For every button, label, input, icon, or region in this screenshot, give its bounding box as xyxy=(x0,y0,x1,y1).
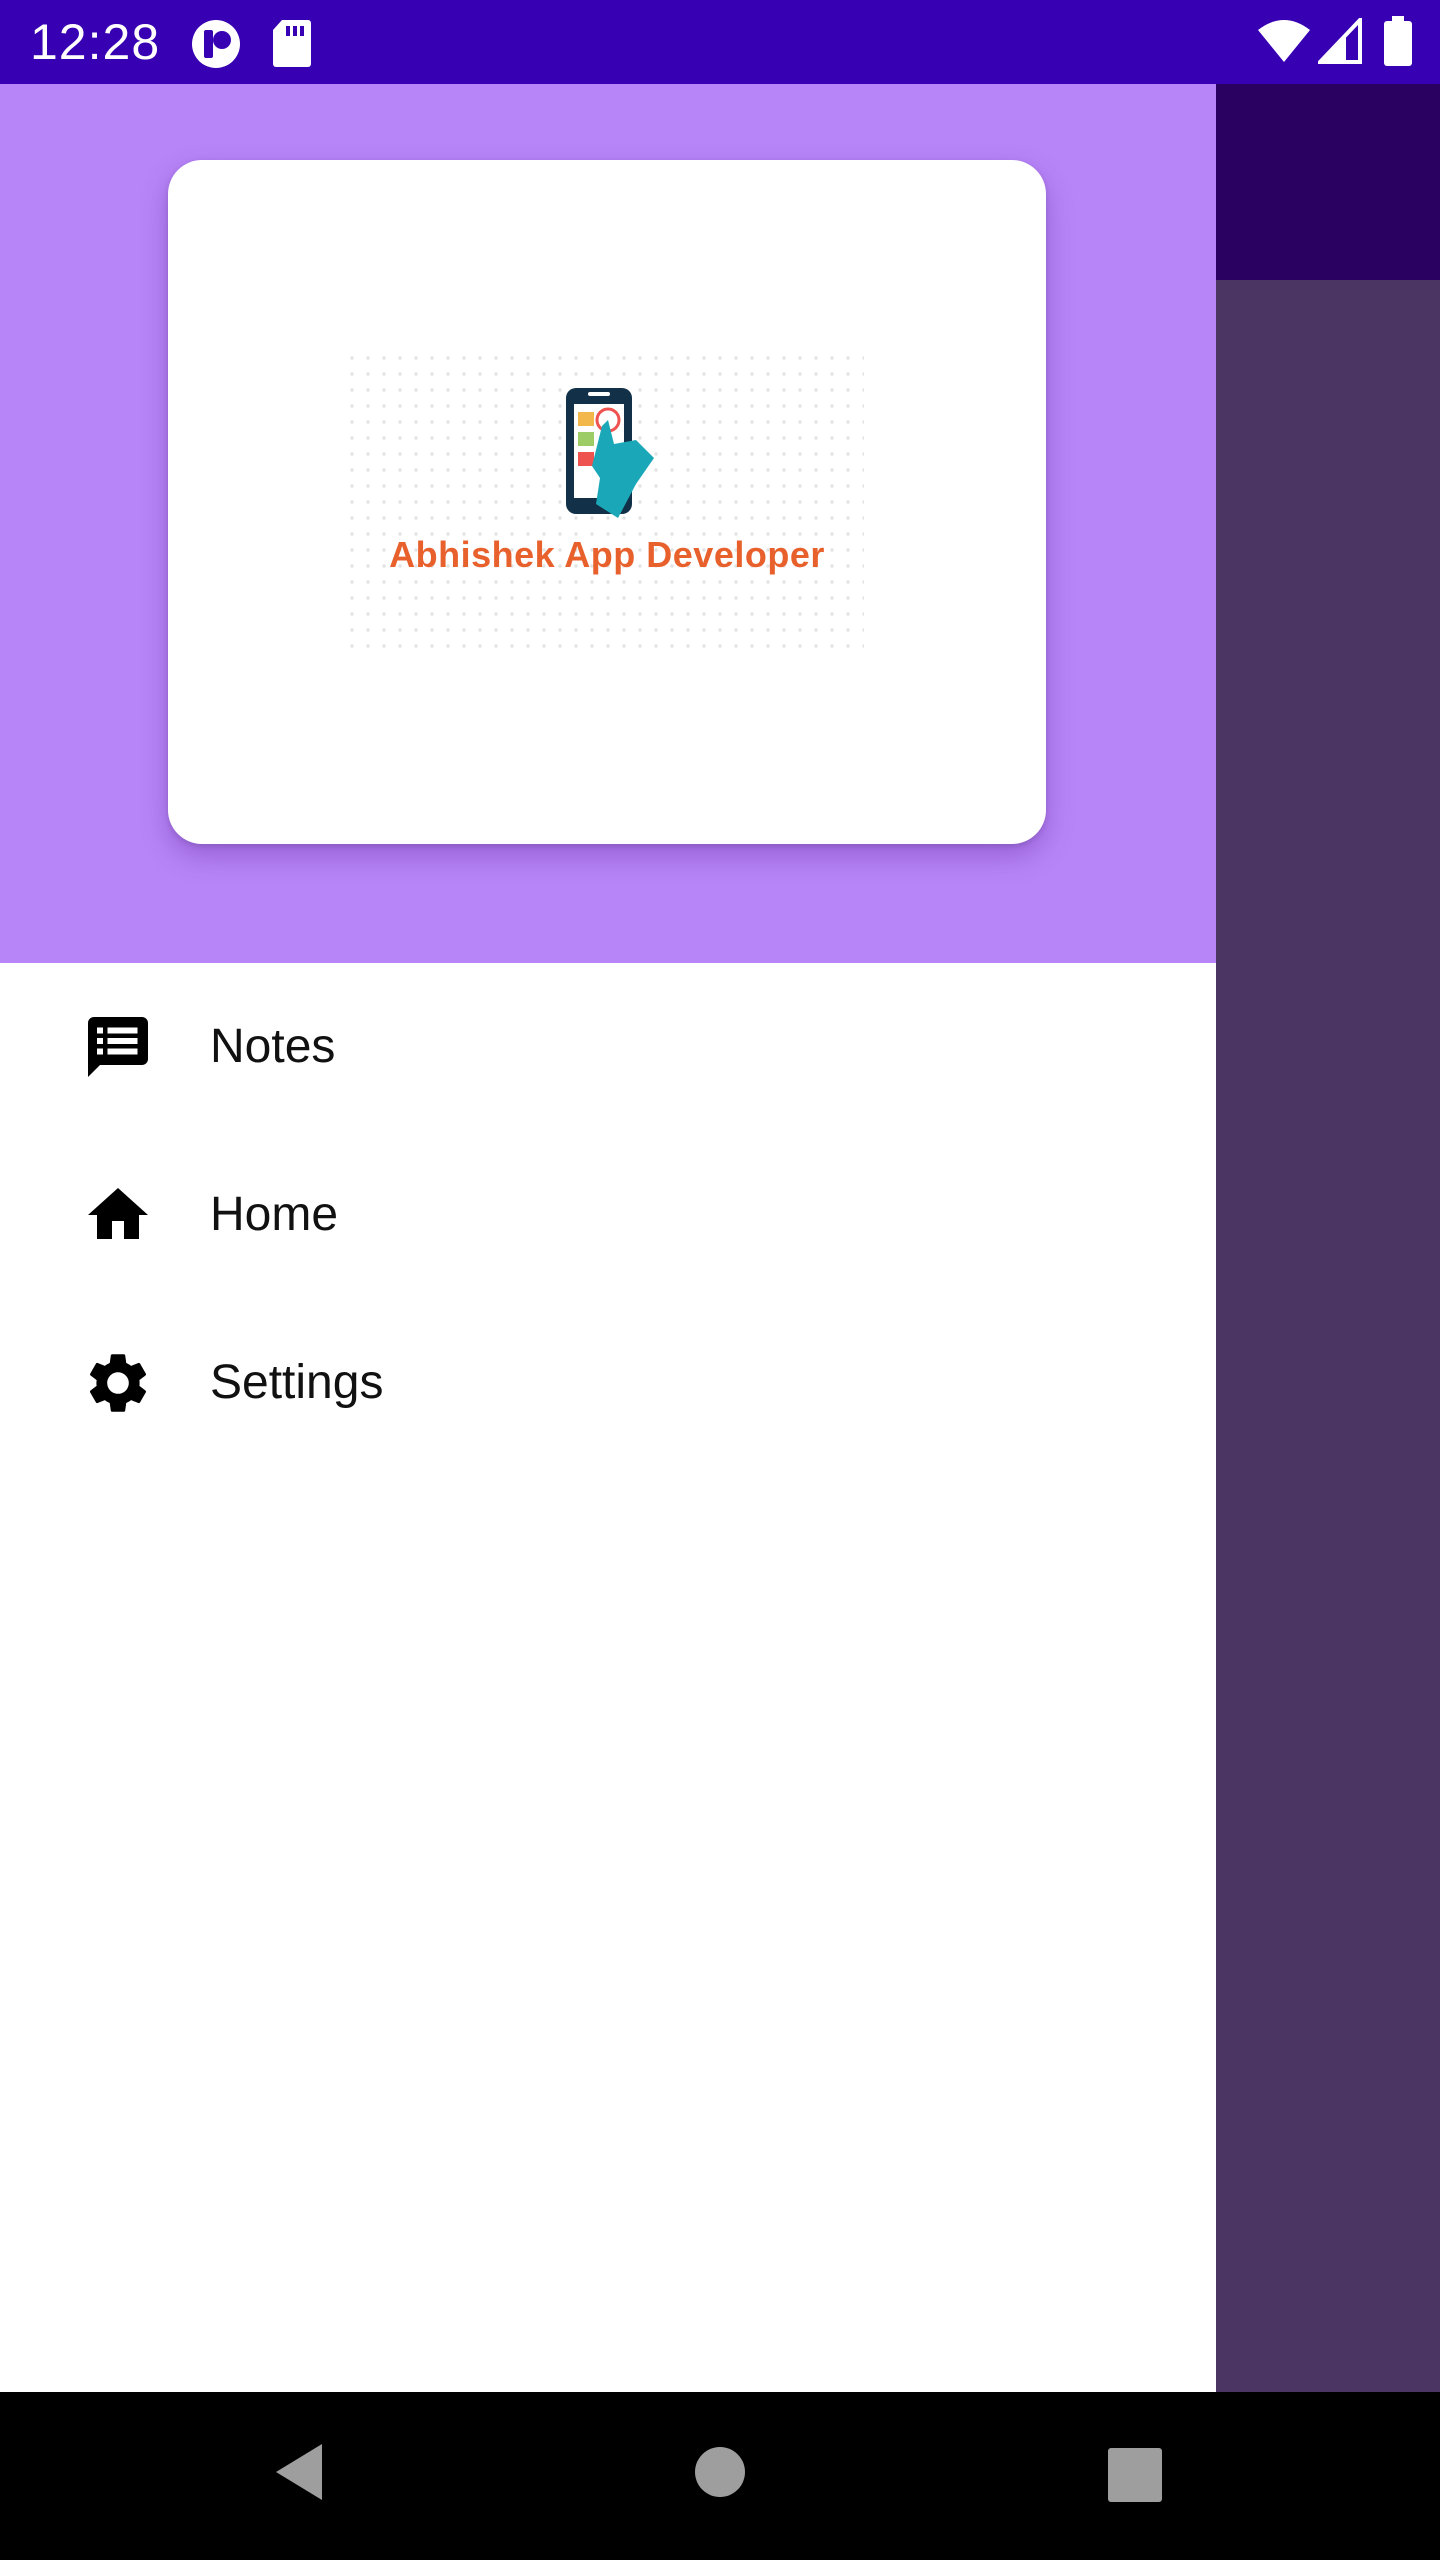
home-icon xyxy=(88,1188,148,1239)
navigation-drawer: Abhishek App Developer Notes Home Settin… xyxy=(0,84,1216,2392)
sd-card-icon xyxy=(273,20,311,67)
logo-text: Abhishek App Developer xyxy=(389,534,825,575)
status-bar: 12:28 xyxy=(0,0,1440,84)
recents-square-icon[interactable] xyxy=(1108,2448,1162,2502)
notification-app-icon xyxy=(192,20,240,68)
app-toolbar xyxy=(1216,84,1440,280)
menu-item-label: Home xyxy=(210,1188,339,1241)
wifi-icon xyxy=(1258,20,1310,62)
home-circle-icon[interactable] xyxy=(694,2440,746,2504)
drawer-header: Abhishek App Developer xyxy=(0,84,1216,963)
system-nav-bar xyxy=(0,2392,1440,2560)
settings-gear-icon xyxy=(89,1354,147,1412)
scrim-overlay[interactable] xyxy=(1216,280,1440,2392)
notes-icon xyxy=(88,1017,148,1077)
menu-item-notes[interactable]: Notes xyxy=(0,963,1216,1131)
battery-icon xyxy=(1384,16,1412,66)
phone-touch-logo-icon xyxy=(566,388,654,518)
menu-item-home[interactable]: Home xyxy=(0,1131,1216,1299)
menu-item-settings[interactable]: Settings xyxy=(0,1299,1216,1467)
logo-card: Abhishek App Developer xyxy=(168,160,1046,844)
back-icon[interactable] xyxy=(270,2440,330,2504)
status-time: 12:28 xyxy=(30,14,161,70)
menu-item-label: Notes xyxy=(210,1020,336,1073)
cellular-signal-icon xyxy=(1318,18,1362,64)
menu-item-label: Settings xyxy=(210,1356,384,1409)
